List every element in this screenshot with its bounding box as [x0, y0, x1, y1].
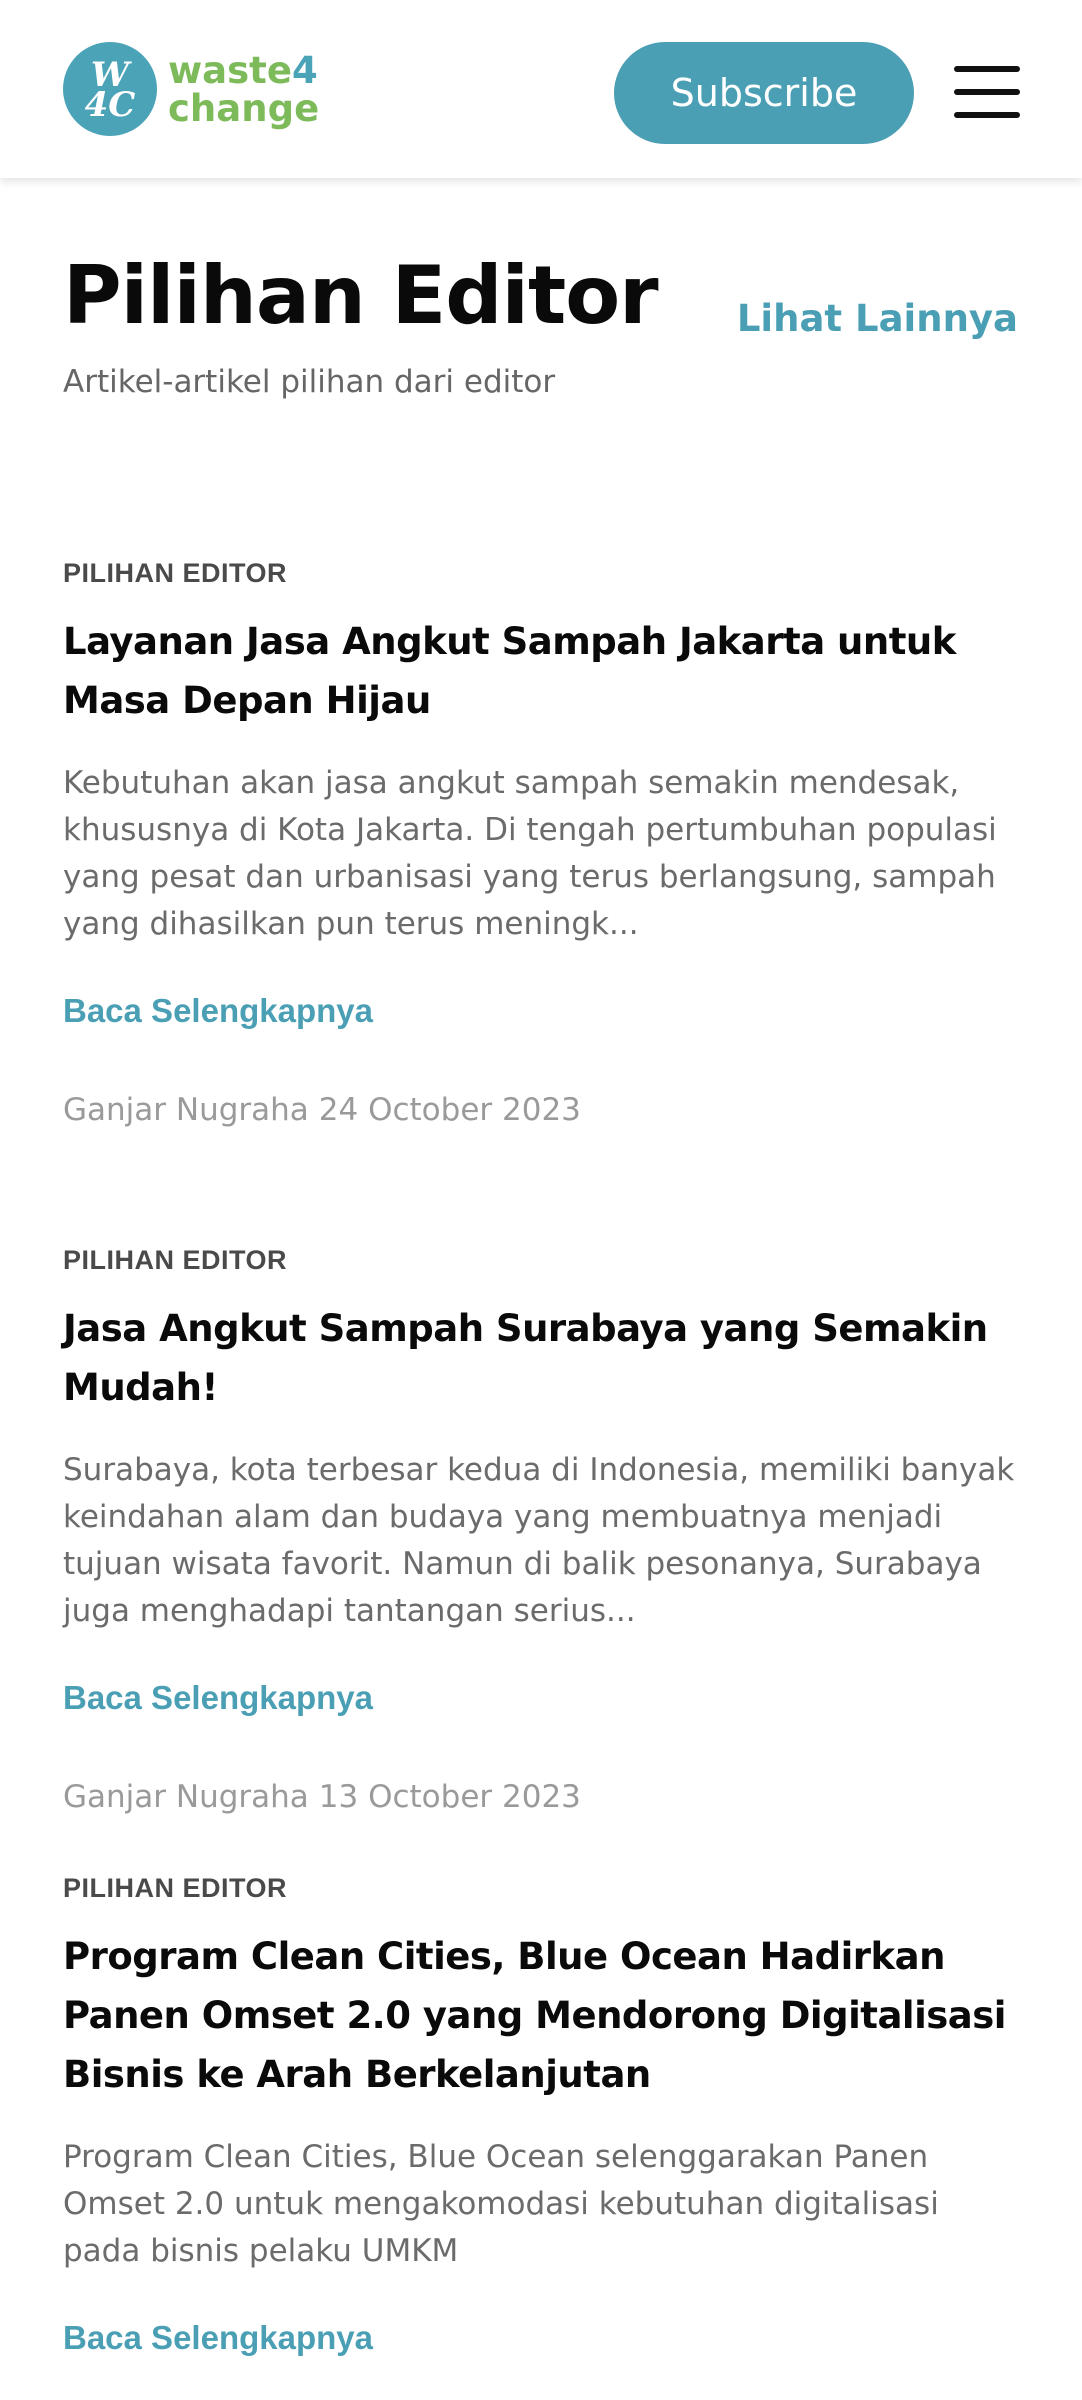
article-category: PILIHAN EDITOR [63, 558, 288, 588]
article-date: 13 October 2023 [318, 1779, 581, 1815]
logo-word-waste: waste [168, 49, 292, 92]
read-more-link[interactable]: Baca Selengkapnya [63, 990, 1019, 1032]
article-excerpt: Program Clean Cities, Blue Ocean selengg… [63, 2139, 939, 2269]
logo-word-four: 4 [291, 49, 318, 92]
hamburger-menu-icon[interactable] [954, 64, 1020, 120]
article-card: PILIHAN EDITOR Jasa Angkut Sampah Suraba… [63, 1243, 1019, 1817]
article-meta: Ganjar Nugraha 24 October 2023 [63, 1090, 1019, 1130]
article-title[interactable]: Jasa Angkut Sampah Surabaya yang Semakin… [63, 1299, 1019, 1417]
subscribe-button[interactable]: Subscribe [614, 42, 914, 144]
logo-mark-icon[interactable]: W 4C [63, 42, 157, 136]
article-card: PILIHAN EDITOR Layanan Jasa Angkut Sampa… [63, 556, 1019, 1130]
article-excerpt: Surabaya, kota terbesar kedua di Indones… [63, 1452, 1015, 1629]
article-title[interactable]: Layanan Jasa Angkut Sampah Jakarta untuk… [63, 612, 1019, 730]
read-more-link[interactable]: Baca Selengkapnya [63, 2317, 1019, 2359]
menu-bar [954, 89, 1020, 95]
logo-mark-line2: 4C [84, 85, 136, 125]
logo-wordmark[interactable]: waste4 change [168, 52, 319, 128]
article-category: PILIHAN EDITOR [63, 1245, 288, 1275]
site-header: W 4C waste4 change Subscribe [0, 0, 1082, 178]
article-meta: Ganjar Nugraha 13 October 2023 [63, 1777, 1019, 1817]
logo-word-change: change [168, 87, 320, 130]
section-subtitle: Artikel-artikel pilihan dari editor [63, 364, 556, 400]
article-card: PILIHAN EDITOR Program Clean Cities, Blu… [63, 1871, 1019, 2359]
article-date: 24 October 2023 [318, 1092, 581, 1128]
article-excerpt: Kebutuhan akan jasa angkut sampah semaki… [63, 765, 997, 942]
section-title: Pilihan Editor [63, 249, 659, 342]
article-author: Ganjar Nugraha [63, 1092, 309, 1128]
article-author: Ganjar Nugraha [63, 1779, 309, 1815]
article-category: PILIHAN EDITOR [63, 1873, 288, 1903]
read-more-link[interactable]: Baca Selengkapnya [63, 1677, 1019, 1719]
see-more-link[interactable]: Lihat Lainnya [737, 296, 1018, 342]
menu-bar [954, 66, 1020, 72]
article-title[interactable]: Program Clean Cities, Blue Ocean Hadirka… [63, 1927, 1019, 2104]
menu-bar [954, 112, 1020, 118]
